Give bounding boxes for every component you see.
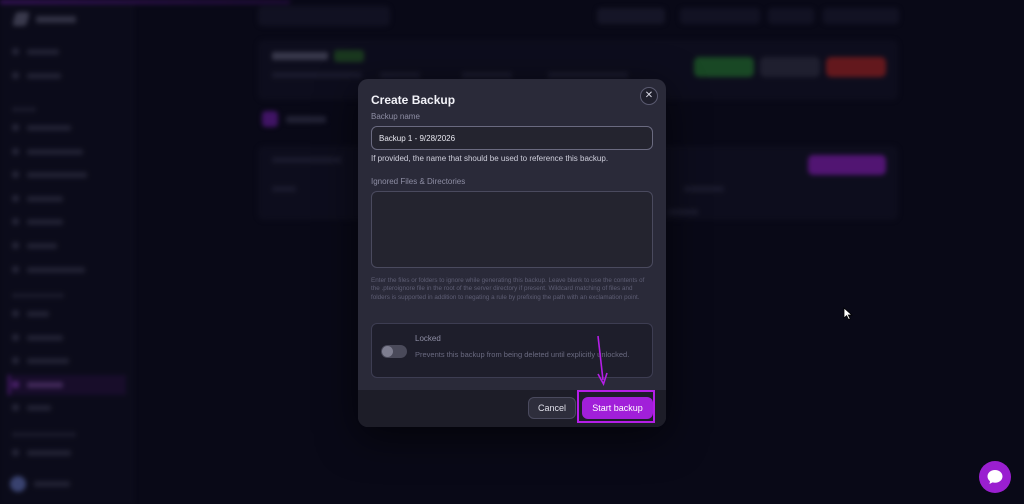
start-backup-highlight-box <box>577 390 655 423</box>
close-icon: ✕ <box>644 90 654 101</box>
backup-name-input[interactable] <box>371 126 653 150</box>
close-button[interactable]: ✕ <box>640 87 658 105</box>
locked-title: Locked <box>415 334 441 343</box>
locked-toggle[interactable] <box>381 345 407 358</box>
toggle-knob <box>382 346 393 357</box>
mouse-cursor-icon <box>843 307 853 321</box>
cancel-button[interactable]: Cancel <box>528 397 576 419</box>
create-backup-modal: Create Backup ✕ Backup name If provided,… <box>358 79 666 427</box>
ignored-files-help: Enter the files or folders to ignore whi… <box>371 277 645 301</box>
ignored-files-label: Ignored Files & Directories <box>371 177 466 186</box>
modal-title: Create Backup <box>371 93 456 107</box>
ignored-files-textarea[interactable] <box>371 191 653 268</box>
chat-button[interactable] <box>979 461 1011 493</box>
backup-name-help: If provided, the name that should be use… <box>371 154 609 163</box>
chat-icon <box>987 470 1003 484</box>
annotation-arrow <box>597 335 608 387</box>
backup-name-label: Backup name <box>371 112 420 121</box>
